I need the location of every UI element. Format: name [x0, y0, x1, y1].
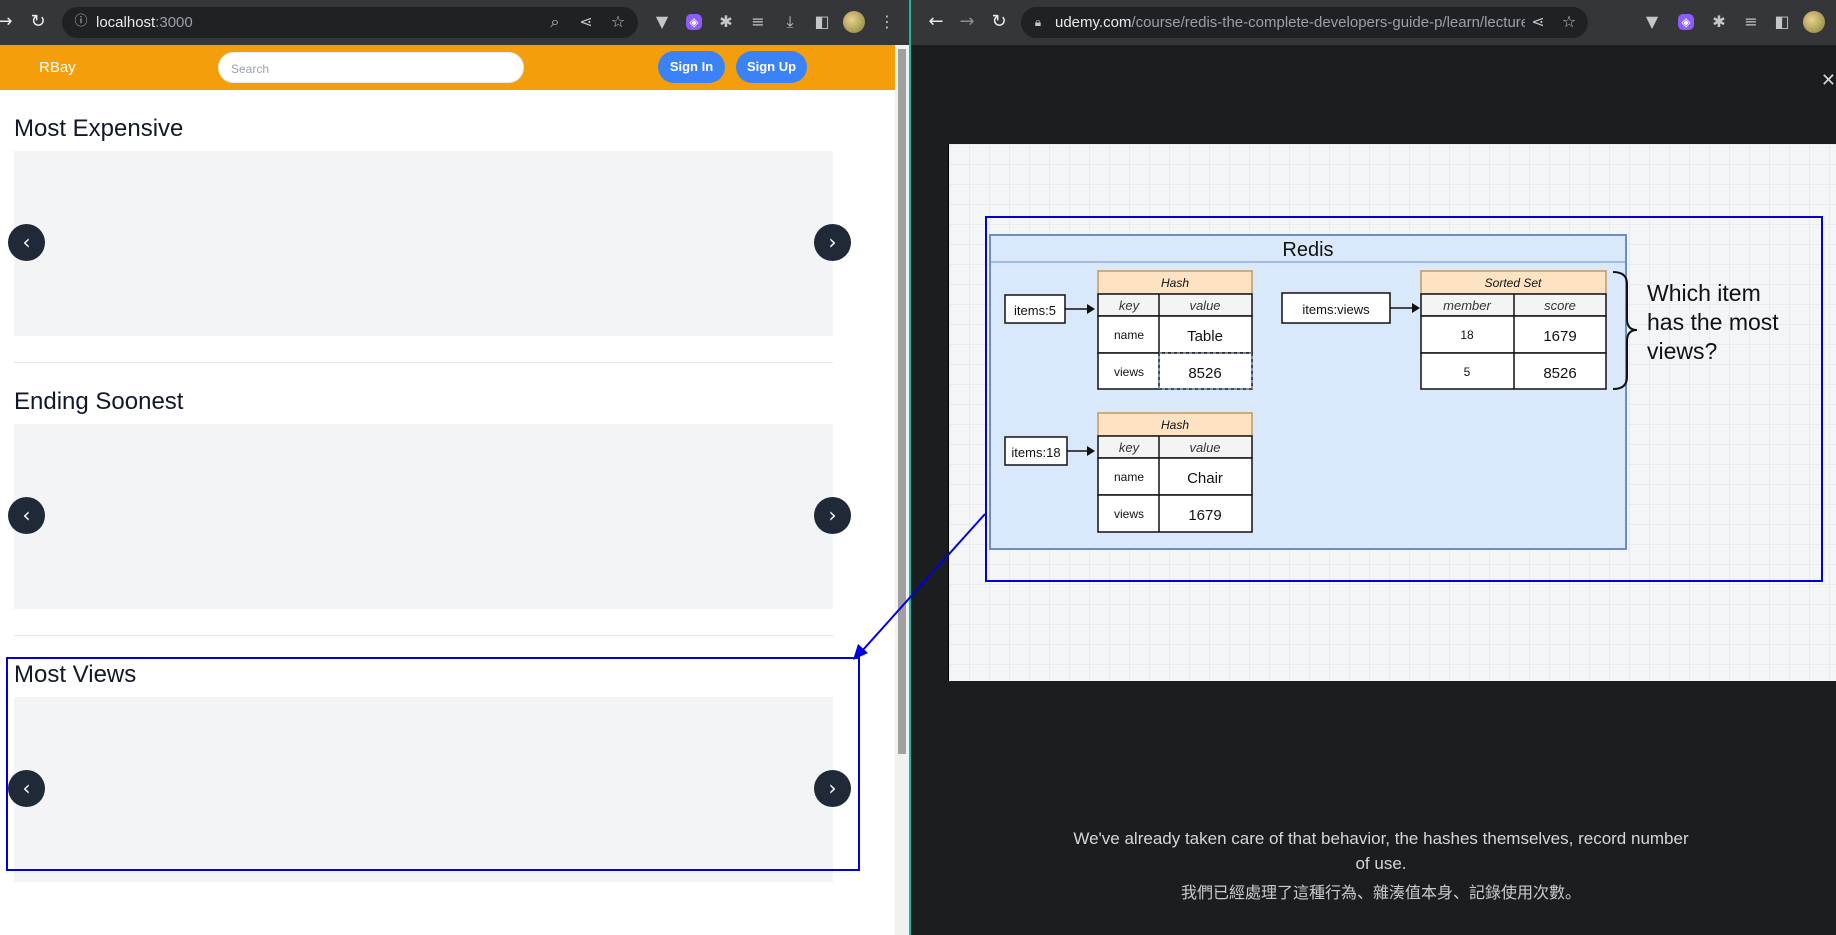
svg-text:key: key: [1119, 298, 1141, 313]
svg-text:views: views: [1114, 365, 1144, 379]
back-icon[interactable]: ←: [925, 11, 947, 33]
zoom-icon[interactable]: ⌕: [544, 11, 566, 33]
svg-text:member: member: [1443, 298, 1491, 313]
scrollbar-thumb[interactable]: [898, 49, 906, 754]
carousel-next-icon[interactable]: ›: [814, 497, 851, 534]
svg-text:views: views: [1114, 507, 1144, 521]
download-icon[interactable]: ⤓: [779, 11, 801, 33]
left-browser-window: → ↻ ⓘ localhost:3000 ⌕ ⋖ ☆ ▼ ◈ ✱ ≡ ⤓ ◧ ⋮…: [0, 0, 909, 935]
sign-up-button[interactable]: Sign Up: [736, 51, 807, 83]
section-title-ending-soonest: Ending Soonest: [14, 388, 184, 415]
section-divider: [14, 635, 833, 636]
svg-text:value: value: [1189, 440, 1220, 455]
redis-title: Redis: [1282, 239, 1333, 261]
carousel-next-icon[interactable]: ›: [814, 224, 851, 261]
question-line-1: Which item: [1647, 280, 1761, 306]
extensions-puzzle-icon[interactable]: ✱: [715, 11, 737, 33]
right-browser-window: ← → ↻ 🔒︎ udemy.com/course/redis-the-comp…: [911, 0, 1836, 935]
left-browser-toolbar: → ↻ ⓘ localhost:3000 ⌕ ⋖ ☆ ▼ ◈ ✱ ≡ ⤓ ◧ ⋮: [0, 0, 909, 45]
annotation-highlight-box: [6, 657, 860, 871]
search-input[interactable]: Search: [218, 52, 524, 83]
right-url-text: udemy.com/course/redis-the-complete-deve…: [1055, 14, 1525, 31]
left-address-bar[interactable]: ⓘ localhost:3000 ⌕ ⋖ ☆: [62, 7, 638, 38]
reload-icon[interactable]: ↻: [27, 11, 49, 33]
svg-text:value: value: [1189, 298, 1220, 313]
forward-icon[interactable]: →: [956, 11, 978, 33]
bookmark-star-icon[interactable]: ☆: [607, 11, 629, 33]
svg-text:8526: 8526: [1543, 365, 1576, 382]
svg-text:5: 5: [1464, 365, 1471, 379]
rbay-navbar: RBay Search Sign In Sign Up: [0, 45, 895, 90]
left-url-text: localhost:3000: [96, 14, 193, 31]
svg-text:8526: 8526: [1188, 365, 1221, 382]
left-scrollbar[interactable]: [895, 45, 909, 935]
carousel-most-expensive: [14, 151, 833, 336]
profile-avatar[interactable]: [1803, 11, 1825, 33]
key-label-items-views: items:views: [1302, 302, 1370, 317]
sign-in-button[interactable]: Sign In: [658, 51, 725, 83]
question-line-2: has the most: [1647, 309, 1779, 335]
media-queue-icon[interactable]: ≡: [747, 11, 769, 33]
lecture-video-frame[interactable]: Redis items:5 Hash key value name Table …: [948, 144, 1836, 681]
media-queue-icon[interactable]: ≡: [1740, 11, 1762, 33]
carousel-ending-soonest: [14, 424, 833, 609]
section-title-most-expensive: Most Expensive: [14, 115, 184, 142]
carousel-prev-icon[interactable]: ‹: [8, 497, 45, 534]
caption-english-line-2: of use.: [1355, 854, 1407, 873]
share-icon[interactable]: ⋖: [1527, 11, 1549, 33]
svg-text:1679: 1679: [1543, 328, 1576, 345]
key-label-items-18: items:18: [1011, 445, 1060, 460]
svg-text:Hash: Hash: [1161, 276, 1189, 290]
caption-english-line-1: We've already taken care of that behavio…: [1073, 829, 1689, 848]
svg-text:name: name: [1114, 328, 1144, 342]
svg-text:Table: Table: [1187, 328, 1223, 345]
close-icon[interactable]: ✕: [1821, 70, 1836, 91]
carousel-prev-icon[interactable]: ‹: [8, 224, 45, 261]
site-info-icon[interactable]: ⓘ: [70, 11, 92, 33]
caption-chinese: 我們已經處理了這種行為、雜湊值本身、記錄使用次數。: [1180, 883, 1581, 902]
svg-text:name: name: [1114, 470, 1144, 484]
svg-text:Hash: Hash: [1161, 418, 1189, 432]
extension-purple-icon[interactable]: ◈: [1678, 14, 1694, 30]
menu-kebab-icon[interactable]: ⋮: [876, 11, 898, 33]
side-panel-icon[interactable]: ◧: [811, 11, 833, 33]
extensions-puzzle-icon[interactable]: ✱: [1708, 11, 1730, 33]
right-browser-toolbar: ← → ↻ 🔒︎ udemy.com/course/redis-the-comp…: [911, 0, 1836, 45]
reload-icon[interactable]: ↻: [988, 11, 1010, 33]
vue-devtools-icon[interactable]: ▼: [651, 11, 673, 33]
side-panel-icon[interactable]: ◧: [1771, 11, 1793, 33]
right-address-bar[interactable]: 🔒︎ udemy.com/course/redis-the-complete-d…: [1021, 7, 1588, 38]
svg-text:score: score: [1544, 298, 1576, 313]
vue-devtools-icon[interactable]: ▼: [1641, 11, 1663, 33]
svg-text:1679: 1679: [1188, 507, 1221, 524]
svg-text:Chair: Chair: [1187, 470, 1223, 487]
svg-text:key: key: [1119, 440, 1141, 455]
key-label-items-5: items:5: [1014, 303, 1056, 318]
svg-text:18: 18: [1460, 328, 1474, 342]
extension-purple-icon[interactable]: ◈: [686, 14, 702, 30]
lock-icon[interactable]: 🔒︎: [1027, 11, 1049, 33]
question-line-3: views?: [1647, 338, 1717, 364]
forward-icon[interactable]: →: [0, 11, 16, 33]
bookmark-star-icon[interactable]: ☆: [1558, 11, 1580, 33]
profile-avatar[interactable]: [843, 11, 865, 33]
video-player[interactable]: ✕ Redis items:5 Hash key value name Tabl…: [911, 45, 1836, 935]
section-divider: [14, 362, 833, 363]
svg-text:Sorted Set: Sorted Set: [1485, 276, 1542, 290]
rbay-logo[interactable]: RBay: [39, 59, 76, 76]
share-icon[interactable]: ⋖: [575, 11, 597, 33]
redis-diagram: Redis items:5 Hash key value name Table …: [985, 216, 1823, 582]
